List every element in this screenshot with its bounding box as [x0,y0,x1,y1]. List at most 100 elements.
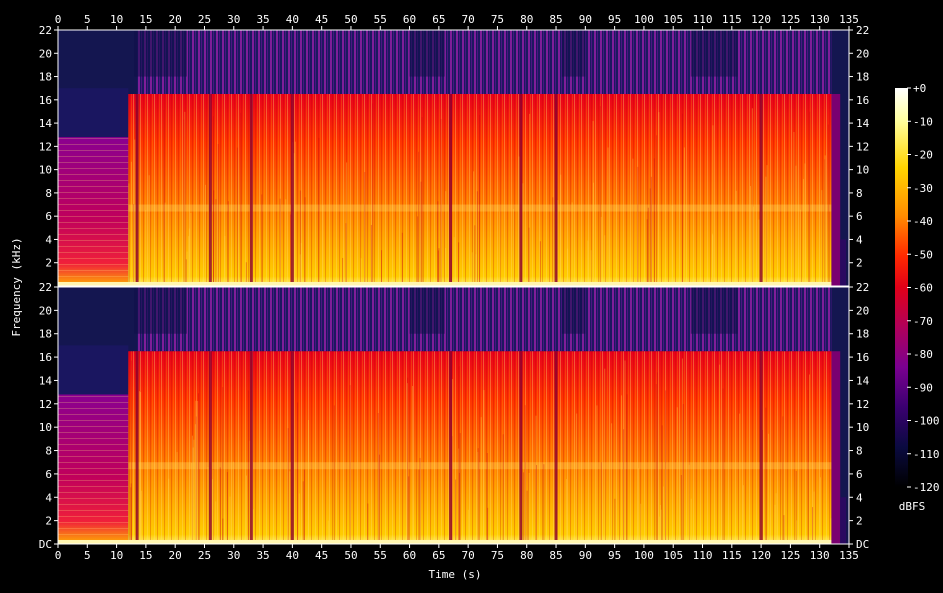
x-axis-label: Time (s) [429,568,482,581]
x-tick-label: 105 [663,549,683,562]
y-tick-label: 8 [856,187,863,200]
streak [680,474,682,544]
streak [611,423,613,544]
streak [479,115,481,286]
streak [458,242,460,286]
x-tick-label: 5 [84,549,91,562]
x-tick-label: 25 [198,13,211,26]
streak [212,469,214,544]
x-tick-label: 40 [286,13,299,26]
streak [599,106,601,286]
x-tick-label: 85 [549,13,562,26]
y-tick-label: 10 [856,421,869,434]
streak [418,469,420,544]
hf-gap [561,30,586,77]
streak [766,165,768,286]
streak [821,190,823,286]
hf-gap [690,30,738,77]
streak [128,183,130,286]
hf-gap [134,287,187,334]
colorbar-tick-label: -10 [913,115,933,128]
streak [333,405,335,544]
streak [565,479,567,544]
streak [526,490,528,544]
streak [807,390,809,544]
streak [193,439,195,544]
streak [626,394,628,544]
streak [661,425,663,544]
dc-line [58,282,832,286]
x-tick-label: 75 [491,549,504,562]
streak [164,202,166,286]
fade-tail [831,351,841,544]
streak [473,171,475,286]
streak [261,194,263,286]
streak [523,472,525,544]
streak [646,219,648,286]
colorbar-tick-label: -40 [913,215,933,228]
colorbar [895,88,908,487]
y-tick-label: 8 [45,187,52,200]
x-tick-label: 130 [810,13,830,26]
x-tick-label: 135 [839,549,859,562]
streak [197,393,199,544]
x-tick-label: 70 [462,549,475,562]
streak [476,191,478,286]
streak [322,205,324,286]
streak [364,172,366,286]
y-tick-label: 14 [856,374,870,387]
streak [219,467,221,544]
dc-line [58,540,832,544]
x-tick-label: 95 [608,13,621,26]
x-tick-label: 35 [256,13,269,26]
streak [804,163,806,286]
streak [188,228,190,286]
x-tick-label: 45 [315,13,328,26]
y-tick-label: 4 [856,491,863,504]
streak [453,237,455,286]
hf-gap [409,30,445,77]
streak [229,496,231,544]
streak [367,503,369,544]
streak [604,368,606,544]
streak [139,391,141,544]
x-tick-label: 20 [169,549,182,562]
streak [809,111,811,286]
y-tick-label: 6 [45,468,52,481]
x-tick-label: 65 [432,549,445,562]
y-tick-label: 4 [45,491,52,504]
streak [522,183,524,286]
x-tick-label: 130 [810,549,830,562]
streak [163,109,165,286]
streak [212,116,214,286]
streak [518,156,520,286]
streak [483,390,485,544]
y-tick-label: 12 [856,398,869,411]
streak [418,151,420,286]
x-tick-label: 60 [403,13,416,26]
streak [401,232,403,286]
streak [775,493,777,544]
streak [590,250,592,286]
dropout [554,94,558,286]
streak [458,472,460,544]
x-tick-label: 35 [256,549,269,562]
y-tick-label: 14 [39,374,53,387]
streak [419,457,421,544]
colorbar-tick-label: -30 [913,182,933,195]
intro-harmonics [58,394,129,544]
y-tick-label: 20 [856,47,869,60]
streak [190,212,192,286]
y-tick-label: 6 [856,468,863,481]
streak [360,258,362,286]
y-tick-label: 12 [39,140,52,153]
y-axis-label: Frequency (kHz) [10,237,23,336]
x-tick-label: 120 [751,13,771,26]
x-tick-label: 70 [462,13,475,26]
streak [793,131,795,286]
streak [318,137,320,286]
x-tick-label: 15 [139,549,152,562]
streak [289,471,291,544]
streak [735,190,737,286]
y-tick-label: 18 [39,328,52,341]
